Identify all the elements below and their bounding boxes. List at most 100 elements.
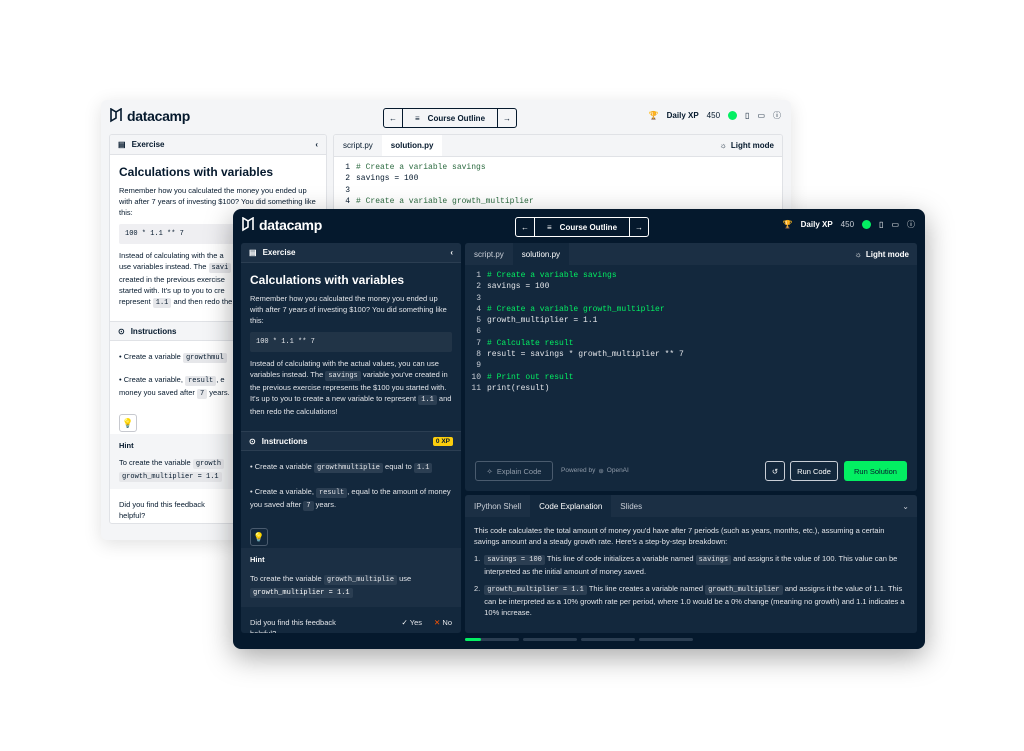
run-code-button[interactable]: Run Code bbox=[790, 461, 838, 481]
instruction-text: Create a variable, bbox=[254, 487, 314, 496]
editor-panel: script.py solution.py ☼ Light mode 1 # Cre… bbox=[465, 243, 917, 491]
next-exercise-button[interactable]: → bbox=[498, 109, 516, 127]
datacamp-logo[interactable]: datacamp bbox=[241, 217, 322, 233]
course-outline-button[interactable]: ≡ Course Outline bbox=[534, 218, 631, 236]
info-icon[interactable]: ⓘ bbox=[773, 110, 781, 121]
brand-name: datacamp bbox=[127, 108, 190, 124]
console-panel: IPython Shell Code Explanation Slides ⌄ … bbox=[465, 495, 917, 633]
reset-button[interactable]: ↺ bbox=[765, 461, 785, 481]
daily-xp-value: 450 bbox=[706, 111, 721, 120]
code-line: 9 bbox=[465, 360, 917, 371]
datacamp-logo[interactable]: datacamp bbox=[109, 108, 190, 124]
code-chip: growth_multiplie bbox=[323, 575, 398, 585]
code-text: print(result) bbox=[487, 383, 550, 393]
run-solution-button[interactable]: Run Solution bbox=[844, 461, 907, 481]
line-number: 4 bbox=[345, 196, 350, 206]
code-line: 7 # Calculate result bbox=[465, 338, 917, 349]
exercise-panel-title: Exercise bbox=[131, 140, 165, 149]
instructions-title: Instructions bbox=[261, 436, 308, 446]
mobile-icon[interactable]: ▯ bbox=[879, 220, 883, 229]
line-number: 7 bbox=[476, 338, 481, 348]
code-text: # Calculate result bbox=[487, 338, 574, 348]
progress-segment[interactable] bbox=[465, 638, 519, 641]
prev-exercise-button[interactable]: ← bbox=[516, 218, 534, 236]
feedback-yes-button[interactable]: ✓ Yes bbox=[402, 617, 423, 628]
course-outline-label: Course Outline bbox=[427, 113, 486, 123]
light-mode-toggle[interactable]: ☼ Light mode bbox=[855, 250, 917, 259]
lightbulb-icon[interactable]: 💡 bbox=[119, 414, 137, 432]
instruction-text: Create a variable bbox=[254, 462, 312, 471]
prev-exercise-button[interactable]: ← bbox=[384, 109, 402, 127]
exercise-heading: Calculations with variables bbox=[119, 165, 274, 179]
course-outline-button[interactable]: ≡ Course Outline bbox=[402, 109, 499, 127]
paragraph-text: use variables instead. The bbox=[119, 262, 207, 271]
exercise-paragraph: Instead of calculating with the actual v… bbox=[241, 358, 461, 417]
tab-code-explanation[interactable]: Code Explanation bbox=[530, 495, 612, 517]
hint-text-part: use bbox=[399, 574, 412, 583]
instructions-header: ⊙ Instructions 0 XP bbox=[241, 431, 461, 451]
code-line: 2 savings = 100 bbox=[465, 281, 917, 292]
light-mode-toggle[interactable]: ☼ Light mode bbox=[720, 141, 782, 150]
daily-xp-label: Daily XP bbox=[800, 220, 833, 229]
code-chip: savings bbox=[325, 371, 361, 381]
tab-script-py[interactable]: script.py bbox=[465, 243, 513, 265]
info-icon[interactable]: ⓘ bbox=[907, 219, 915, 230]
explain-code-label: Explain Code bbox=[496, 466, 542, 476]
lightbulb-icon[interactable]: 💡 bbox=[250, 528, 268, 546]
progress-segment[interactable] bbox=[523, 638, 577, 641]
feedback-no-button[interactable]: ✕ No bbox=[434, 617, 452, 628]
daily-xp-value: 450 bbox=[840, 220, 855, 229]
code-text: # Create a variable savings bbox=[356, 163, 486, 172]
trophy-icon: 🏆 bbox=[648, 111, 659, 120]
code-editor[interactable]: 1 # Create a variable savings 2 savings = … bbox=[334, 157, 782, 207]
video-icon[interactable]: ▭ bbox=[891, 220, 899, 229]
tab-solution-py[interactable]: solution.py bbox=[512, 243, 570, 265]
explain-code-button[interactable]: ✧ Explain Code bbox=[475, 461, 553, 481]
hint-text-part: To create the variable bbox=[119, 458, 191, 467]
code-line: 1 # Create a variable savings bbox=[465, 270, 917, 281]
feedback-no-label: No bbox=[442, 618, 452, 627]
tab-slides[interactable]: Slides bbox=[611, 495, 651, 517]
sun-icon: ☼ bbox=[719, 141, 727, 150]
chevron-down-icon[interactable]: ⌄ bbox=[902, 502, 917, 511]
code-line: 4 # Create a variable growth_multiplier bbox=[334, 196, 782, 207]
video-icon[interactable]: ▭ bbox=[757, 111, 765, 120]
tab-solution-py[interactable]: solution.py bbox=[381, 135, 443, 156]
light-mode-label: Light mode bbox=[865, 249, 909, 259]
exercise-intro: Remember how you calculated the money yo… bbox=[250, 294, 447, 325]
course-outline-label: Course Outline bbox=[559, 222, 618, 232]
code-chip: savings = 100 bbox=[484, 555, 545, 565]
instruction-text: , e bbox=[216, 375, 225, 384]
code-line: 6 bbox=[465, 326, 917, 337]
line-number: 11 bbox=[471, 383, 481, 393]
check-icon: ✓ bbox=[401, 618, 408, 627]
course-outline-nav: ← ≡ Course Outline → bbox=[515, 217, 650, 237]
code-chip: growth bbox=[192, 459, 225, 469]
line-number: 2 bbox=[476, 282, 481, 292]
collapse-icon[interactable]: ‹ bbox=[450, 248, 453, 257]
code-chip: result bbox=[185, 376, 217, 386]
editor-tabs: script.py solution.py ☼ Light mode bbox=[465, 243, 917, 265]
mobile-icon[interactable]: ▯ bbox=[745, 111, 749, 120]
next-exercise-button[interactable]: → bbox=[630, 218, 648, 236]
progress-segment[interactable] bbox=[581, 638, 635, 641]
tab-script-py[interactable]: script.py bbox=[334, 135, 382, 156]
header-right: 🏆 Daily XP 450 ▯ ▭ ⓘ bbox=[783, 219, 915, 230]
code-chip: growth_multiplier = 1.1 bbox=[119, 472, 222, 482]
list-icon: ≡ bbox=[415, 113, 420, 123]
code-text: # Create a variable savings bbox=[487, 271, 617, 280]
line-number: 9 bbox=[476, 361, 481, 371]
code-line: 8 result = savings * growth_multiplier **… bbox=[465, 349, 917, 360]
code-chip: 7 bbox=[303, 501, 314, 511]
daily-xp-label: Daily XP bbox=[666, 111, 699, 120]
instructions-title: Instructions bbox=[130, 326, 177, 336]
powered-by-text: Powered by bbox=[561, 467, 596, 474]
tab-ipython-shell[interactable]: IPython Shell bbox=[465, 495, 530, 517]
collapse-icon[interactable]: ‹ bbox=[315, 140, 318, 149]
progress-segment[interactable] bbox=[639, 638, 693, 641]
exercise-panel-title: Exercise bbox=[262, 248, 296, 257]
code-chip: growth_multiplier bbox=[705, 585, 783, 595]
code-editor[interactable]: 1 # Create a variable savings 2 savings = … bbox=[465, 265, 917, 394]
document-icon: ▤ bbox=[118, 140, 126, 149]
status-dot bbox=[862, 220, 872, 229]
